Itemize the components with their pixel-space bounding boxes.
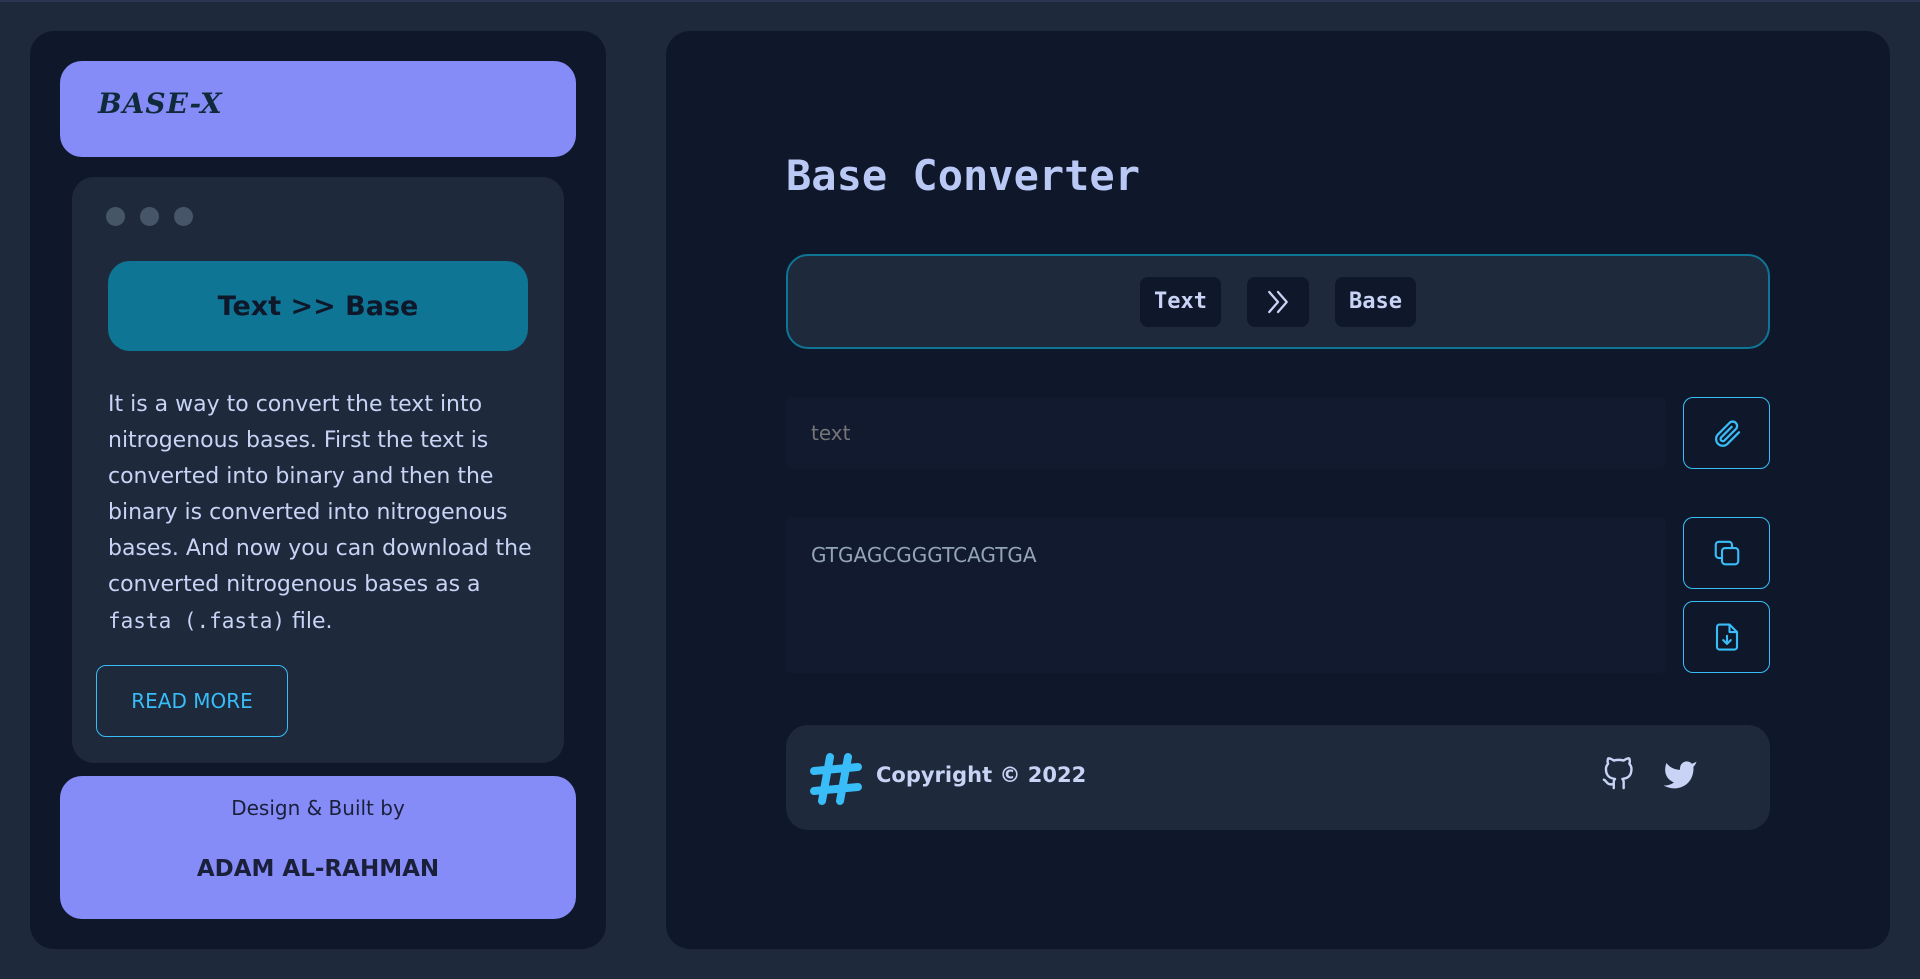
dot-icon (106, 207, 125, 226)
double-chevron-right-icon (1268, 290, 1288, 313)
twitter-icon[interactable] (1661, 757, 1699, 793)
slack-hash-icon (810, 753, 862, 805)
dot-icon (140, 207, 159, 226)
description-text: It is a way to convert the text into nit… (108, 392, 532, 597)
credit-box: Design & Built by ADAM AL-RAHMAN (60, 776, 576, 919)
window-dots (106, 207, 193, 226)
text-input-wrapper (786, 397, 1666, 469)
page-title: Base Converter (786, 151, 1141, 200)
read-more-button[interactable]: READ MORE (96, 665, 288, 737)
from-mode-chip[interactable]: Text (1140, 276, 1221, 327)
paperclip-icon (1714, 420, 1740, 447)
footer: Copyright © 2022 (786, 725, 1770, 830)
attach-file-button[interactable] (1683, 397, 1770, 469)
main-panel: Base Converter Text Base GTGAGCGGGTCAGTG… (666, 31, 1890, 949)
copy-button[interactable] (1683, 517, 1770, 589)
description-code: fasta (.fasta) (108, 609, 286, 633)
logo-text: BASE-X (98, 87, 223, 120)
to-mode-chip[interactable]: Base (1335, 276, 1416, 327)
logo-banner[interactable]: BASE-X (60, 61, 576, 157)
github-icon[interactable] (1601, 757, 1635, 791)
info-card: Text >> Base It is a way to convert the … (72, 177, 564, 763)
credit-label: Design & Built by (231, 796, 405, 820)
output-area[interactable]: GTGAGCGGGTCAGTGA (786, 517, 1666, 673)
swap-button[interactable] (1247, 276, 1309, 327)
file-download-icon (1715, 623, 1738, 651)
credit-name: ADAM AL-RAHMAN (196, 856, 440, 882)
text-input[interactable] (786, 397, 1666, 469)
dot-icon (174, 207, 193, 226)
output-value: GTGAGCGGGTCAGTGA (811, 543, 1037, 567)
copyright-text: Copyright © 2022 (876, 763, 1087, 787)
sidebar: BASE-X Text >> Base It is a way to conve… (30, 31, 606, 949)
description: It is a way to convert the text into nit… (108, 387, 538, 640)
mode-selector: Text Base (786, 254, 1770, 349)
download-button[interactable] (1683, 601, 1770, 673)
copy-icon (1714, 540, 1739, 566)
top-border (0, 0, 1920, 2)
mode-title: Text >> Base (108, 261, 528, 351)
description-end: file. (285, 609, 333, 634)
